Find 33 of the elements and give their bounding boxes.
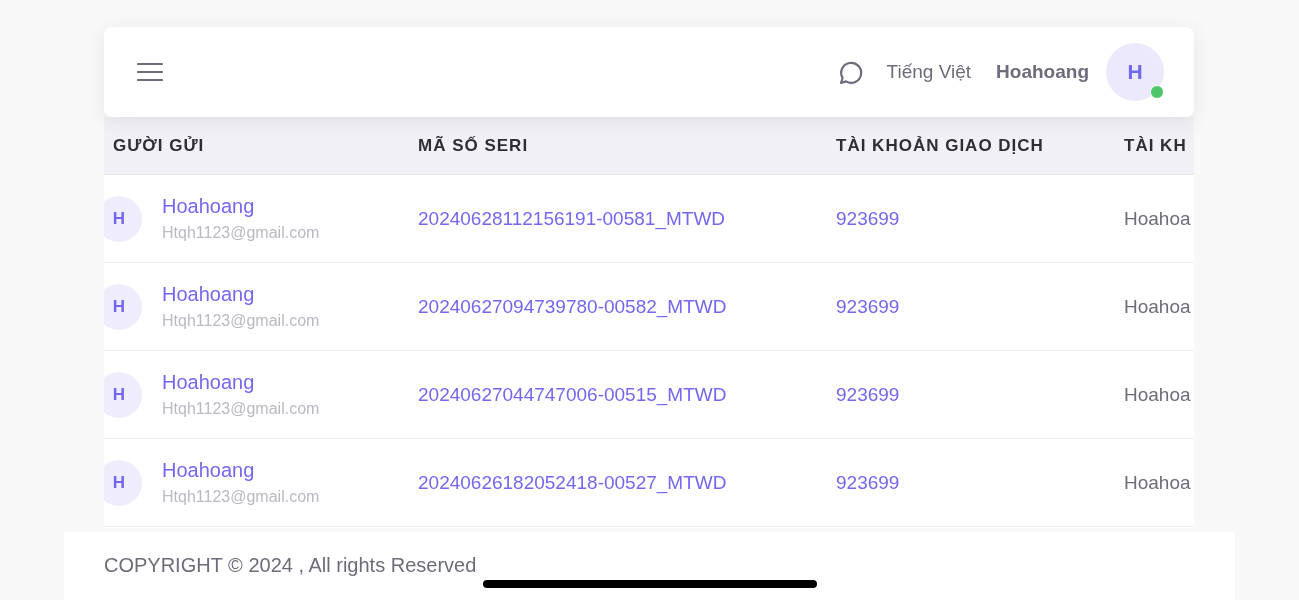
copyright-text: COPYRIGHT © 2024 , All rights Reserved	[104, 554, 477, 576]
avatar: H	[104, 283, 142, 330]
column-header: TÀI KH	[1124, 135, 1188, 156]
avatar: H	[104, 371, 142, 418]
table-cell-text: Hoahoa	[1124, 295, 1192, 318]
serial-link[interactable]: 20240626182052418-00527_MTWD	[418, 471, 836, 494]
sender-name[interactable]: Hoahoang	[162, 459, 320, 482]
account-link[interactable]: 923699	[836, 295, 1124, 318]
account-link[interactable]: 923699	[836, 383, 1124, 406]
sender-name[interactable]: Hoahoang	[162, 371, 320, 394]
column-header: GƯỜI GỬI	[113, 135, 206, 156]
user-avatar[interactable]: H	[1106, 43, 1164, 101]
sender-name[interactable]: Hoahoang	[162, 283, 320, 306]
sender-email: Htqh1123@gmail.com	[162, 488, 320, 506]
serial-link[interactable]: 20240628112156191-00581_MTWD	[418, 207, 836, 230]
table-cell-text: Hoahoa	[1124, 207, 1192, 230]
sender-email: Htqh1123@gmail.com	[162, 224, 320, 242]
table-cell-text: Hoahoa	[1124, 383, 1192, 406]
sender-name[interactable]: Hoahoang	[162, 195, 320, 218]
table-cell-text: Hoahoa	[1124, 471, 1192, 494]
language-selector[interactable]: Tiếng Việt	[886, 61, 972, 83]
menu-icon[interactable]	[137, 62, 163, 82]
serial-link[interactable]: 20240627094739780-00582_MTWD	[418, 295, 836, 318]
column-header: MÃ SỐ SERI	[418, 135, 530, 156]
account-link[interactable]: 923699	[836, 207, 1124, 230]
account-link[interactable]: 923699	[836, 471, 1124, 494]
user-name: Hoahoang	[996, 61, 1089, 83]
serial-link[interactable]: 20240627044747006-00515_MTWD	[418, 383, 836, 406]
sender-email: Htqh1123@gmail.com	[162, 312, 320, 330]
avatar: H	[104, 195, 142, 242]
avatar: H	[104, 459, 142, 506]
column-header: TÀI KHOẢN GIAO DỊCH	[836, 135, 1045, 156]
sender-email: Htqh1123@gmail.com	[162, 400, 320, 418]
